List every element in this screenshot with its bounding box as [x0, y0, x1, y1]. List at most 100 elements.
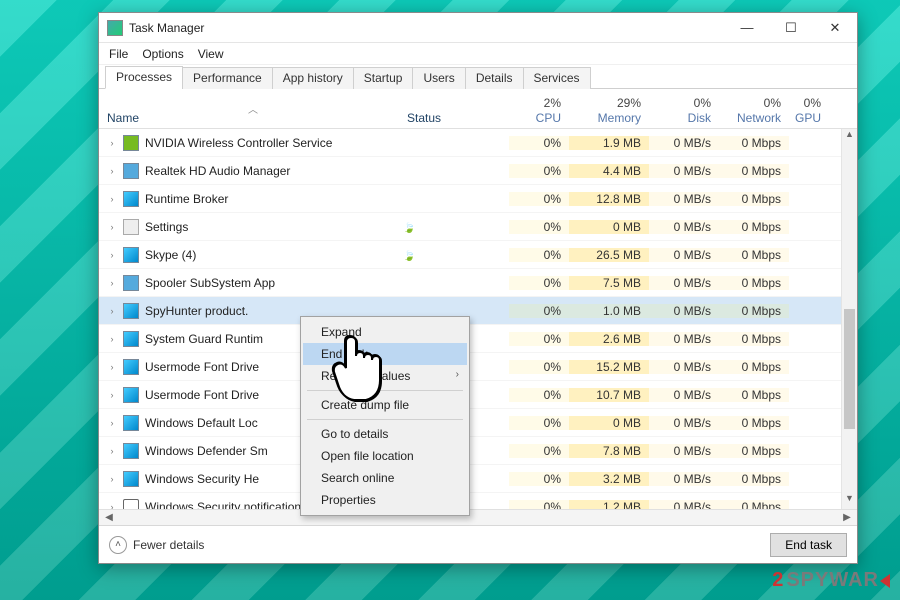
- table-row[interactable]: ›Spooler SubSystem App0%7.5 MB0 MB/s0 Mb…: [99, 269, 857, 297]
- process-list[interactable]: ›NVIDIA Wireless Controller Service0%1.9…: [99, 129, 857, 509]
- table-row[interactable]: ›Runtime Broker0%12.8 MB0 MB/s0 Mbps: [99, 185, 857, 213]
- scroll-down-icon[interactable]: ▼: [842, 493, 857, 509]
- scroll-up-icon[interactable]: ▲: [842, 129, 857, 145]
- expand-icon[interactable]: ›: [107, 194, 117, 204]
- net-cell: 0 Mbps: [719, 304, 789, 318]
- fewer-details-toggle[interactable]: ˄ Fewer details: [109, 536, 204, 554]
- table-row[interactable]: ›Windows Security He0%3.2 MB0 MB/s0 Mbps: [99, 465, 857, 493]
- net-cell: 0 Mbps: [719, 248, 789, 262]
- mem-cell: 10.7 MB: [569, 388, 649, 402]
- tab-details[interactable]: Details: [465, 67, 524, 89]
- titlebar[interactable]: Task Manager — ☐ ✕: [99, 13, 857, 43]
- col-name[interactable]: Name: [107, 111, 139, 125]
- menu-options[interactable]: Options: [142, 47, 183, 61]
- col-disk[interactable]: 0% Disk: [649, 96, 719, 128]
- tab-users[interactable]: Users: [412, 67, 465, 89]
- tab-processes[interactable]: Processes: [105, 66, 183, 89]
- cpu-cell: 0%: [509, 500, 569, 510]
- expand-icon[interactable]: ›: [107, 446, 117, 456]
- menu-file[interactable]: File: [109, 47, 128, 61]
- disk-cell: 0 MB/s: [649, 388, 719, 402]
- tab-app-history[interactable]: App history: [272, 67, 354, 89]
- disk-cell: 0 MB/s: [649, 500, 719, 510]
- table-row[interactable]: ›Settings🍃0%0 MB0 MB/s0 Mbps: [99, 213, 857, 241]
- expand-icon[interactable]: ›: [107, 390, 117, 400]
- horizontal-scrollbar[interactable]: ◀ ▶: [99, 509, 857, 525]
- net-cell: 0 Mbps: [719, 192, 789, 206]
- table-row[interactable]: ›Realtek HD Audio Manager0%4.4 MB0 MB/s0…: [99, 157, 857, 185]
- table-row[interactable]: ›Usermode Font Drive0%10.7 MB0 MB/s0 Mbp…: [99, 381, 857, 409]
- disk-cell: 0 MB/s: [649, 360, 719, 374]
- minimize-button[interactable]: —: [725, 14, 769, 42]
- watermark-triangle-icon: [880, 574, 890, 588]
- net-cell: 0 Mbps: [719, 136, 789, 150]
- tab-performance[interactable]: Performance: [182, 67, 273, 89]
- expand-icon[interactable]: ›: [107, 502, 117, 510]
- watermark: 2 SPYWAR: [772, 569, 890, 592]
- expand-icon[interactable]: ›: [107, 306, 117, 316]
- scroll-right-icon[interactable]: ▶: [839, 512, 855, 523]
- expand-icon[interactable]: ›: [107, 474, 117, 484]
- table-row[interactable]: ›Skype (4)🍃0%26.5 MB0 MB/s0 Mbps: [99, 241, 857, 269]
- vertical-scrollbar[interactable]: ▲ ▼: [841, 129, 857, 509]
- expand-icon[interactable]: ›: [107, 362, 117, 372]
- expand-icon[interactable]: ›: [107, 250, 117, 260]
- net-cell: 0 Mbps: [719, 220, 789, 234]
- col-net-pct: 0%: [764, 96, 781, 111]
- process-name: Windows Default Loc: [145, 416, 258, 430]
- end-task-button[interactable]: End task: [770, 533, 847, 557]
- disk-cell: 0 MB/s: [649, 220, 719, 234]
- expand-icon[interactable]: ›: [107, 138, 117, 148]
- menu-view[interactable]: View: [198, 47, 224, 61]
- scroll-left-icon[interactable]: ◀: [101, 512, 117, 523]
- maximize-button[interactable]: ☐: [769, 14, 813, 42]
- scroll-thumb[interactable]: [844, 309, 855, 429]
- cpu-cell: 0%: [509, 388, 569, 402]
- table-row[interactable]: ›NVIDIA Wireless Controller Service0%1.9…: [99, 129, 857, 157]
- col-cpu[interactable]: 2% CPU: [509, 96, 569, 128]
- table-row[interactable]: ›Usermode Font Drive0%15.2 MB0 MB/s0 Mbp…: [99, 353, 857, 381]
- mem-cell: 7.5 MB: [569, 276, 649, 290]
- col-disk-label: Disk: [688, 111, 711, 125]
- expand-icon[interactable]: ›: [107, 334, 117, 344]
- menu-item-create-dump-file[interactable]: Create dump file: [303, 394, 467, 416]
- expand-icon[interactable]: ›: [107, 418, 117, 428]
- table-row[interactable]: ›Windows Defender Sm0%7.8 MB0 MB/s0 Mbps: [99, 437, 857, 465]
- menu-item-properties[interactable]: Properties: [303, 489, 467, 511]
- cpu-cell: 0%: [509, 192, 569, 206]
- net-cell: 0 Mbps: [719, 360, 789, 374]
- menu-item-go-to-details[interactable]: Go to details: [303, 423, 467, 445]
- menu-item-end-task[interactable]: End task: [303, 343, 467, 365]
- close-button[interactable]: ✕: [813, 14, 857, 42]
- table-row[interactable]: ›Windows Default Loc🍃0%0 MB0 MB/s0 Mbps: [99, 409, 857, 437]
- col-network[interactable]: 0% Network: [719, 96, 789, 128]
- cpu-cell: 0%: [509, 332, 569, 346]
- col-memory[interactable]: 29% Memory: [569, 96, 649, 128]
- menu-separator: [307, 390, 463, 391]
- context-menu[interactable]: ExpandEnd taskResource values› Create dum…: [300, 316, 470, 516]
- expand-icon[interactable]: ›: [107, 222, 117, 232]
- table-row[interactable]: ›System Guard Runtim0%2.6 MB0 MB/s0 Mbps: [99, 325, 857, 353]
- fewer-details-label: Fewer details: [133, 538, 204, 552]
- column-headers: ︿ Name Status 2% CPU 29% Memory 0% Disk …: [99, 89, 857, 129]
- menu-item-resource-values[interactable]: Resource values›: [303, 365, 467, 387]
- net-cell: 0 Mbps: [719, 164, 789, 178]
- cpu-cell: 0%: [509, 444, 569, 458]
- table-row[interactable]: ›SpyHunter product.0%1.0 MB0 MB/s0 Mbps: [99, 297, 857, 325]
- tab-services[interactable]: Services: [523, 67, 591, 89]
- cpu-cell: 0%: [509, 136, 569, 150]
- expand-icon[interactable]: ›: [107, 166, 117, 176]
- col-gpu-pct: 0%: [804, 96, 821, 111]
- mem-cell: 4.4 MB: [569, 164, 649, 178]
- col-gpu[interactable]: 0% GPU: [789, 96, 829, 128]
- col-cpu-label: CPU: [536, 111, 561, 125]
- task-manager-window: Task Manager — ☐ ✕ File Options View Pro…: [98, 12, 858, 564]
- menu-item-open-file-location[interactable]: Open file location: [303, 445, 467, 467]
- expand-icon[interactable]: ›: [107, 278, 117, 288]
- net-cell: 0 Mbps: [719, 500, 789, 510]
- table-row[interactable]: ›Windows Security notification icon0%1.2…: [99, 493, 857, 509]
- tab-startup[interactable]: Startup: [353, 67, 414, 89]
- menu-item-search-online[interactable]: Search online: [303, 467, 467, 489]
- menu-item-expand[interactable]: Expand: [303, 321, 467, 343]
- col-status[interactable]: Status: [407, 111, 441, 125]
